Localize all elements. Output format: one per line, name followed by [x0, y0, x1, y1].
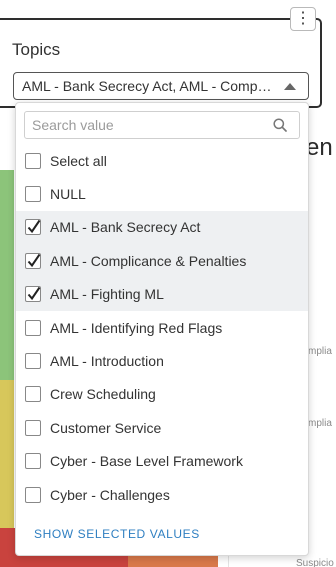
option-label: Cyber - Challenges — [50, 486, 170, 503]
checkbox-checked[interactable] — [25, 252, 41, 269]
checkbox[interactable] — [25, 486, 41, 503]
background-yellow-tile — [0, 380, 14, 528]
option-customer-service[interactable]: Customer Service — [16, 411, 308, 444]
dashboard-stage: en mplia mplia Suspicio Topics ⋮ AML - B… — [0, 0, 336, 567]
background-label-fragment: Suspicio — [296, 558, 334, 567]
show-selected-values-link[interactable]: SHOW SELECTED VALUES — [34, 527, 200, 541]
checkbox[interactable] — [25, 386, 41, 403]
filter-title: Topics — [12, 40, 61, 59]
option-select-all[interactable]: Select all — [16, 144, 308, 177]
option-label: AML - Bank Secrecy Act — [50, 219, 201, 236]
option-aml-bank-secrecy-act[interactable]: AML - Bank Secrecy Act — [16, 210, 308, 245]
checkmark-icon — [27, 253, 41, 267]
option-label: Crew Scheduling — [50, 386, 156, 403]
background-red-tile — [0, 528, 14, 567]
option-label: Customer Service — [50, 419, 162, 436]
option-aml-identifying-red-flags[interactable]: AML - Identifying Red Flags — [16, 311, 308, 344]
option-aml-complicance-penalties[interactable]: AML - Complicance & Penalties — [16, 244, 308, 278]
checkbox[interactable] — [25, 353, 41, 370]
search-input[interactable] — [32, 116, 262, 134]
topics-select[interactable]: AML - Bank Secrecy Act, AML - Complicanc… — [13, 72, 309, 100]
vertical-ellipsis-icon: ⋮ — [295, 10, 311, 27]
option-label: AML - Complicance & Penalties — [50, 252, 247, 269]
option-label: AML - Identifying Red Flags — [50, 319, 223, 336]
option-aml-fighting-ml[interactable]: AML - Fighting ML — [16, 277, 308, 311]
topics-dropdown: Select all NULL AML - Bank Secrecy Act — [15, 102, 309, 556]
search-box — [24, 111, 300, 139]
option-cyber-challenges[interactable]: Cyber - Challenges — [16, 478, 308, 511]
checkbox-checked[interactable] — [25, 219, 41, 236]
checkbox[interactable] — [25, 152, 41, 169]
filter-menu-button[interactable]: ⋮ — [290, 7, 316, 31]
checkbox[interactable] — [25, 453, 41, 470]
checkbox[interactable] — [25, 419, 41, 436]
background-label-fragment: mplia — [308, 346, 332, 357]
checkbox-checked[interactable] — [25, 286, 41, 303]
option-label: AML - Introduction — [50, 353, 164, 370]
option-crew-scheduling[interactable]: Crew Scheduling — [16, 378, 308, 411]
background-green-tile — [0, 170, 14, 380]
option-null[interactable]: NULL — [16, 177, 308, 210]
select-selected-values: AML - Bank Secrecy Act, AML - Complicanc… — [22, 78, 274, 94]
option-label: AML - Fighting ML — [50, 286, 164, 303]
option-label: NULL — [50, 186, 86, 203]
option-aml-introduction[interactable]: AML - Introduction — [16, 344, 308, 377]
background-heading-fragment: en — [306, 134, 333, 161]
checkmark-icon — [27, 220, 41, 234]
background-label-fragment: mplia — [308, 418, 332, 429]
checkbox[interactable] — [25, 319, 41, 336]
option-label: Cyber - Base Level Framework — [50, 453, 243, 470]
caret-up-icon — [284, 83, 296, 90]
option-cyber-base-level-framework[interactable]: Cyber - Base Level Framework — [16, 445, 308, 478]
search-icon — [273, 118, 287, 132]
option-label: Select all — [50, 152, 107, 169]
option-list: Select all NULL AML - Bank Secrecy Act A… — [16, 144, 308, 511]
checkmark-icon — [27, 287, 41, 301]
checkbox[interactable] — [25, 186, 41, 203]
